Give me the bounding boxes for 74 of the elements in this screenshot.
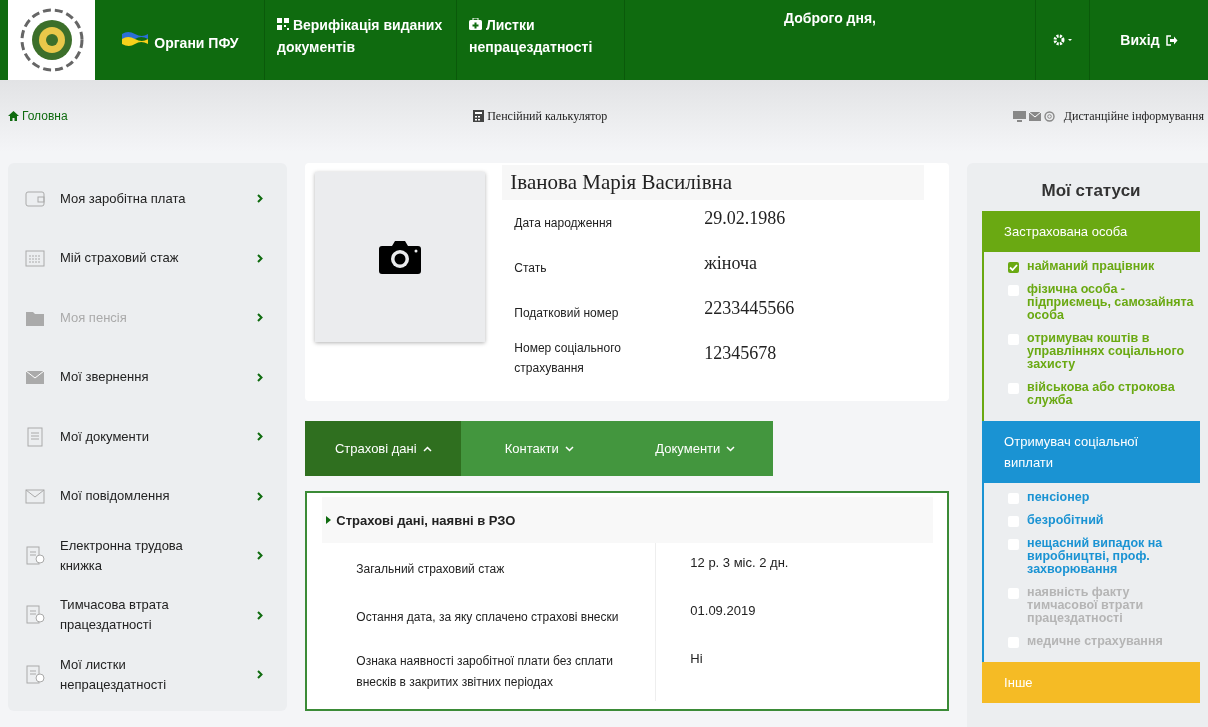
- status-group-header: Інше: [982, 662, 1200, 703]
- chevron-right-icon: [257, 194, 264, 204]
- field-value: жіноча: [704, 253, 757, 274]
- field-value: 2233445566: [704, 298, 795, 319]
- chevron-right-icon: [257, 313, 264, 323]
- status-label: медичне страхування: [1027, 635, 1163, 648]
- chevron-right-icon: [257, 253, 264, 263]
- status-label: отримувач коштів в управліннях соціального захисту: [1027, 332, 1186, 371]
- home-link[interactable]: Головна: [8, 109, 68, 123]
- remote-info-link[interactable]: Дистанційне інформування: [1063, 108, 1204, 124]
- field-label: Стать: [513, 259, 548, 277]
- tab[interactable]: Документи: [617, 421, 774, 476]
- field-label: Податковий номер: [513, 304, 620, 322]
- row-label: Загальний страховий стаж: [322, 543, 657, 591]
- chevron-right-icon: [257, 551, 264, 561]
- chevron-down-icon: [726, 445, 736, 452]
- calculator-icon: [473, 110, 485, 122]
- chevron-right-icon: [257, 372, 264, 382]
- status-group-header: Застрахована особа: [982, 211, 1200, 252]
- row-value: Ні: [689, 650, 703, 668]
- sidebar-item[interactable]: Моя заробітна плата: [8, 169, 288, 229]
- sidebar-item[interactable]: Електронна трудова книжка: [8, 526, 288, 586]
- flag-icon: [120, 29, 151, 48]
- monitor-icon: [1012, 110, 1026, 122]
- sidebar-item[interactable]: Тимчасова втрата працездатності: [8, 585, 288, 645]
- calendar-icon: [24, 247, 46, 270]
- document-icon: [24, 425, 46, 448]
- chevron-right-icon: [257, 610, 264, 620]
- sidebar-item[interactable]: Мої листки непрацездатності: [8, 645, 288, 705]
- camera-icon: [378, 240, 423, 274]
- tab[interactable]: Контакти: [461, 421, 618, 476]
- status-label: наявність факту тимчасової втрати працездатності: [1027, 586, 1145, 625]
- chevron-right-icon: [257, 432, 264, 442]
- row-label: Остання дата, за яку сплачено страхові внески: [322, 591, 657, 639]
- logout-button[interactable]: Вихід: [1090, 0, 1208, 80]
- row-label: Ознака наявності заробітної плати без сплати внесків в закритих звітних періодах: [322, 639, 657, 701]
- status-group-header: Отримувач соціальної виплати: [982, 421, 1200, 483]
- status-label: військова або строкова служба: [1027, 381, 1176, 407]
- sidebar-item[interactable]: Мої звернення: [8, 347, 288, 407]
- chevron-right-icon: [257, 491, 264, 501]
- status-label: нещасний випадок на виробництві, проф. захворювання: [1027, 537, 1164, 576]
- person-name: Іванова Марія Василівна: [502, 165, 925, 200]
- field-value: 29.02.1986: [704, 208, 786, 229]
- row-value: 12 р. 3 міс. 2 дн.: [689, 554, 789, 572]
- field-value: 12345678: [704, 343, 777, 364]
- status-label: безробітний: [1027, 514, 1104, 527]
- sidebar-item[interactable]: Мої документи: [8, 407, 288, 467]
- document-icon: [24, 663, 46, 686]
- section-title: Страхові дані, наявні в РЗО: [336, 512, 516, 528]
- caret-icon: [326, 516, 332, 524]
- chevron-up-icon: [422, 445, 432, 452]
- emblem-logo: [18, 7, 85, 73]
- sidebar-item[interactable]: Мій страховий стаж: [8, 228, 288, 288]
- sidebar-item[interactable]: Мої повідомлення: [8, 466, 288, 526]
- envelope-icon: [1028, 111, 1041, 121]
- document-icon: [24, 604, 46, 627]
- chevron-right-icon: [257, 670, 264, 680]
- status-label: пенсіонер: [1027, 491, 1090, 504]
- checkbox[interactable]: [1008, 262, 1020, 273]
- calculator-link[interactable]: Пенсійний калькулятор: [473, 108, 608, 124]
- row-value: 01.09.2019: [689, 602, 756, 620]
- home-icon: [8, 111, 19, 121]
- status-label: фізична особа - підприємець, самозайнята особа: [1027, 283, 1195, 322]
- tab[interactable]: Страхові дані: [305, 421, 462, 476]
- qr-code-icon: [277, 18, 289, 30]
- chevron-down-icon: [564, 445, 574, 452]
- document-icon: [24, 544, 46, 567]
- statuses-title: Мої статуси: [1040, 180, 1142, 202]
- logout-icon: [1165, 34, 1178, 46]
- settings-icon: [1052, 34, 1073, 46]
- field-label: Дата народження: [513, 214, 614, 232]
- field-label: Номер соціального страхування: [513, 339, 622, 377]
- medkit-icon: [469, 18, 482, 30]
- status-label: найманий працівник: [1027, 260, 1155, 273]
